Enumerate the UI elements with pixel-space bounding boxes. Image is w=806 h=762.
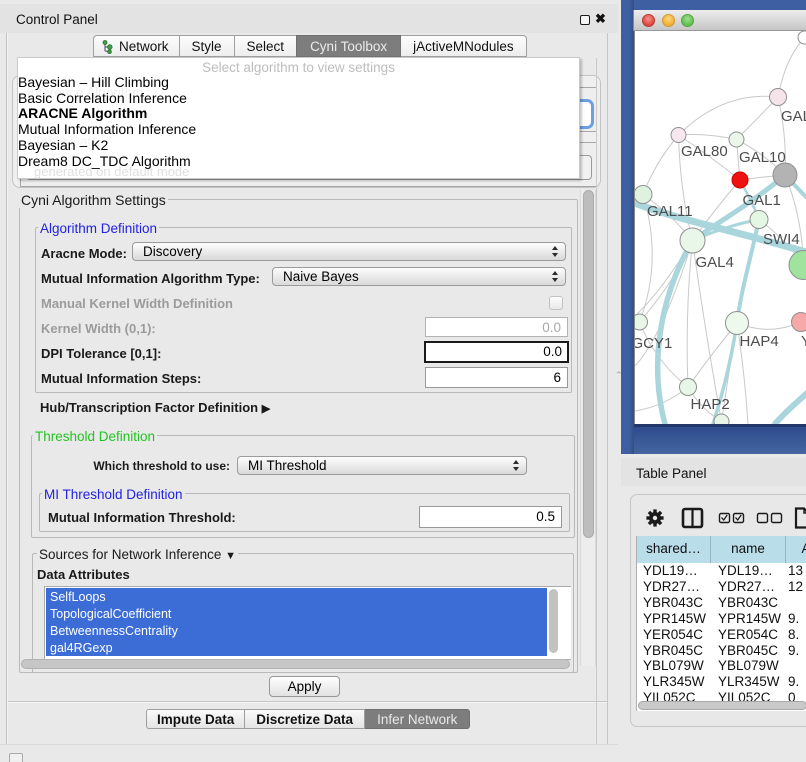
svg-text:GAL10: GAL10 <box>739 149 786 166</box>
svg-text:GAL7: GAL7 <box>781 108 806 125</box>
svg-text:Y: Y <box>801 333 806 350</box>
svg-text:GAL11: GAL11 <box>647 203 693 220</box>
svg-text:GAL1: GAL1 <box>743 192 781 209</box>
svg-text:GAL80: GAL80 <box>681 143 728 160</box>
svg-text:HAP2: HAP2 <box>691 396 730 413</box>
svg-text:SWI4: SWI4 <box>763 231 800 248</box>
svg-text:GAL4: GAL4 <box>696 254 734 271</box>
svg-text:HAP4: HAP4 <box>740 333 779 350</box>
svg-text:GCY1: GCY1 <box>635 335 672 352</box>
